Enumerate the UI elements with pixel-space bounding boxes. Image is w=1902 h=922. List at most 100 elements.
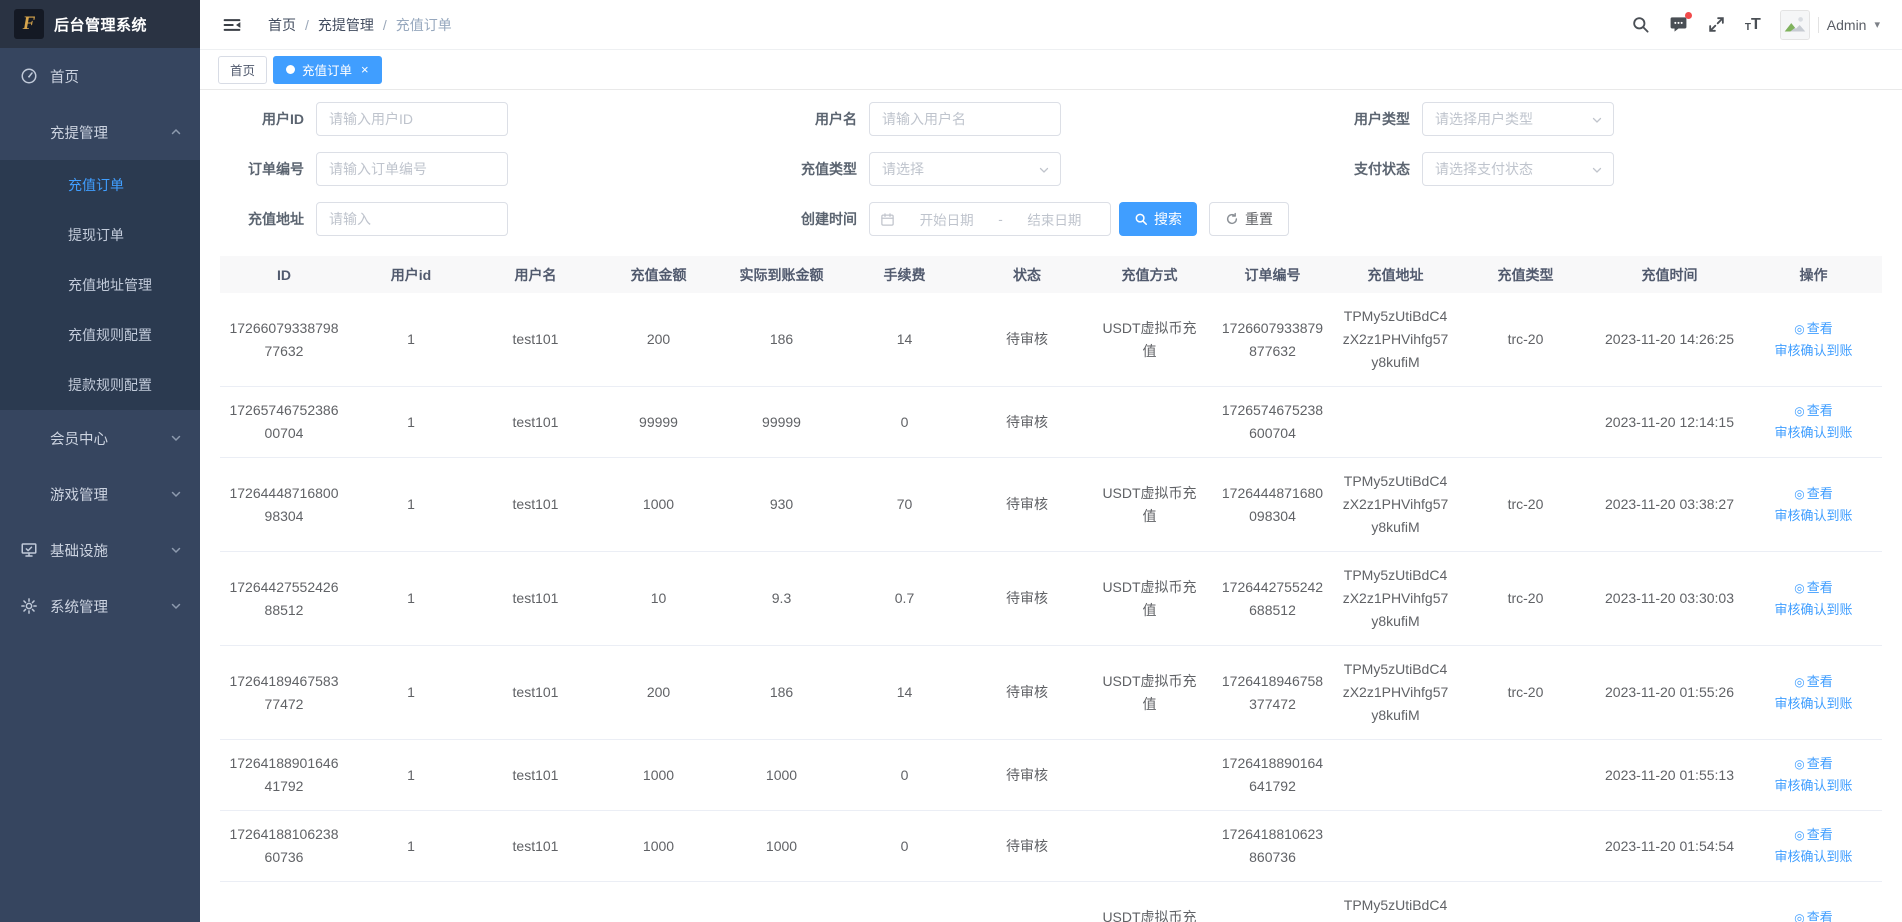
sidebar-item-system-mgmt[interactable]: 系统管理 (0, 578, 200, 634)
view-link[interactable]: ◎查看 (1753, 907, 1874, 922)
sidebar-item-withdraw-orders[interactable]: 提现订单 (0, 210, 200, 260)
filter-user-id: 用户ID (220, 102, 773, 136)
tab-recharge-orders[interactable]: 充值订单 × (273, 56, 382, 84)
cell-amount: 10 (597, 552, 720, 646)
fullscreen-icon[interactable] (1707, 15, 1726, 34)
confirm-arrival-link[interactable]: 审核确认到账 (1753, 599, 1874, 621)
user-separator (1818, 17, 1819, 33)
cell-fee: 14 (843, 646, 966, 740)
tab-home[interactable]: 首页 (218, 56, 267, 84)
charge-type-select[interactable]: 请选择 (869, 152, 1061, 186)
breadcrumb-recharge-mgmt[interactable]: 充提管理 (318, 17, 374, 33)
sidebar-item-member-center[interactable]: 会员中心 (0, 410, 200, 466)
sidebar-item-label: 充值订单 (68, 175, 124, 195)
cell-status: 待审核 (966, 646, 1088, 740)
table-row: 1726418810623860736 1 test101 1000 1000 … (220, 811, 1882, 882)
cell-time: 2023-11-20 03:30:03 (1594, 552, 1745, 646)
pay-status-select[interactable]: 请选择支付状态 (1422, 152, 1614, 186)
sidebar: F 后台管理系统 首页 充提管理 充值订单 (0, 0, 200, 922)
username-input[interactable] (869, 102, 1061, 136)
sidebar-item-infrastructure[interactable]: 基础设施 (0, 522, 200, 578)
message-icon[interactable] (1669, 15, 1688, 34)
cell-order-no: 1726418946758377472 (1211, 646, 1334, 740)
view-link[interactable]: ◎查看 (1753, 753, 1874, 775)
view-icon: ◎ (1794, 581, 1804, 595)
sidebar-menu: 首页 充提管理 充值订单 提现订单 充值地址管理 (0, 48, 200, 634)
view-link[interactable]: ◎查看 (1753, 318, 1874, 340)
sidebar-collapse-icon[interactable] (222, 15, 242, 35)
navbar-actions: TT Admin ▾ (1631, 10, 1880, 40)
cell-amount: 200 (597, 646, 720, 740)
view-link-label: 查看 (1807, 321, 1833, 336)
search-button[interactable]: 搜索 (1119, 202, 1197, 236)
cell-fee (843, 882, 966, 922)
sidebar-item-recharge-withdraw-mgmt[interactable]: 充提管理 (0, 104, 200, 160)
cell-amount: 200 (597, 293, 720, 387)
filter-charge-type: 充值类型 请选择 (773, 152, 1326, 186)
cell-fee: 0 (843, 740, 966, 811)
cell-fee: 0 (843, 811, 966, 882)
col-fee: 手续费 (843, 256, 966, 293)
confirm-arrival-link[interactable]: 审核确认到账 (1753, 693, 1874, 715)
view-link[interactable]: ◎查看 (1753, 400, 1874, 422)
confirm-arrival-link[interactable]: 审核确认到账 (1753, 422, 1874, 444)
user-type-select[interactable]: 请选择用户类型 (1422, 102, 1614, 136)
filter-create-time: 创建时间 开始日期 - 结束日期 搜索 (773, 202, 1326, 236)
page-content: 用户ID 用户名 用户类型 请选择用户类型 订单编 (200, 90, 1902, 922)
font-size-icon[interactable]: TT (1745, 17, 1761, 33)
breadcrumb-home[interactable]: 首页 (268, 17, 296, 33)
confirm-arrival-link[interactable]: 审核确认到账 (1753, 846, 1874, 868)
sidebar-item-recharge-address-mgmt[interactable]: 充值地址管理 (0, 260, 200, 310)
view-link[interactable]: ◎查看 (1753, 577, 1874, 599)
cell-actions: ◎查看 审核确认到账 (1745, 646, 1882, 740)
sidebar-item-home[interactable]: 首页 (0, 48, 200, 104)
charge-address-input[interactable] (316, 202, 508, 236)
app-title: 后台管理系统 (54, 14, 147, 35)
user-id-input[interactable] (316, 102, 508, 136)
cell-actions: ◎查看 审核确认到账 (1745, 293, 1882, 387)
user-menu[interactable]: Admin ▾ (1780, 10, 1880, 40)
search-button-label: 搜索 (1154, 209, 1182, 229)
cell-method: USDT虚拟币充值 (1088, 552, 1211, 646)
cell-user-id (348, 882, 474, 922)
col-actions: 操作 (1745, 256, 1882, 293)
pay-status-label: 支付状态 (1326, 159, 1410, 179)
sidebar-item-recharge-rule-config[interactable]: 充值规则配置 (0, 310, 200, 360)
table-row: 1726418946758377472 1 test101 200 186 14… (220, 646, 1882, 740)
cell-id: 1726418946758377472 (220, 646, 348, 740)
cell-username: test101 (474, 387, 597, 458)
date-range-picker[interactable]: 开始日期 - 结束日期 (869, 202, 1111, 236)
search-icon[interactable] (1631, 15, 1650, 34)
logo-letter: F (23, 13, 36, 35)
sidebar-item-game-mgmt[interactable]: 游戏管理 (0, 466, 200, 522)
confirm-arrival-link[interactable]: 审核确认到账 (1753, 505, 1874, 527)
board-icon (20, 541, 38, 559)
calendar-icon (880, 212, 895, 227)
reset-button[interactable]: 重置 (1209, 202, 1289, 236)
tab-close-icon[interactable]: × (361, 63, 369, 76)
cell-amount: 99999 (597, 387, 720, 458)
view-link[interactable]: ◎查看 (1753, 824, 1874, 846)
cell-username: test101 (474, 552, 597, 646)
sidebar-item-recharge-orders[interactable]: 充值订单 (0, 160, 200, 210)
order-no-input[interactable] (316, 152, 508, 186)
cell-charge-type (1457, 740, 1594, 811)
table-row: 1726418890164641792 1 test101 1000 1000 … (220, 740, 1882, 811)
reset-button-label: 重置 (1245, 209, 1273, 229)
confirm-arrival-link[interactable]: 审核确认到账 (1753, 775, 1874, 797)
col-time: 充值时间 (1594, 256, 1745, 293)
table-row: USDT虚拟币充值 TPMy5zUtiBdC4zX2z1PHVihfg57y8k… (220, 882, 1882, 922)
sidebar-item-label: 提现订单 (68, 225, 124, 245)
sidebar-item-withdraw-rule-config[interactable]: 提款规则配置 (0, 360, 200, 410)
col-method: 充值方式 (1088, 256, 1211, 293)
view-icon: ◎ (1794, 404, 1804, 418)
filter-row-2: 订单编号 充值类型 请选择 支付状态 请选择支付状态 (220, 152, 1882, 186)
view-link[interactable]: ◎查看 (1753, 671, 1874, 693)
confirm-arrival-link[interactable]: 审核确认到账 (1753, 340, 1874, 362)
cell-amount: 1000 (597, 740, 720, 811)
cell-fee: 0.7 (843, 552, 966, 646)
tab-bar: 首页 充值订单 × (200, 50, 1902, 90)
view-link[interactable]: ◎查看 (1753, 483, 1874, 505)
sidebar-item-label: 充提管理 (50, 122, 108, 143)
breadcrumb-separator: / (305, 17, 309, 33)
